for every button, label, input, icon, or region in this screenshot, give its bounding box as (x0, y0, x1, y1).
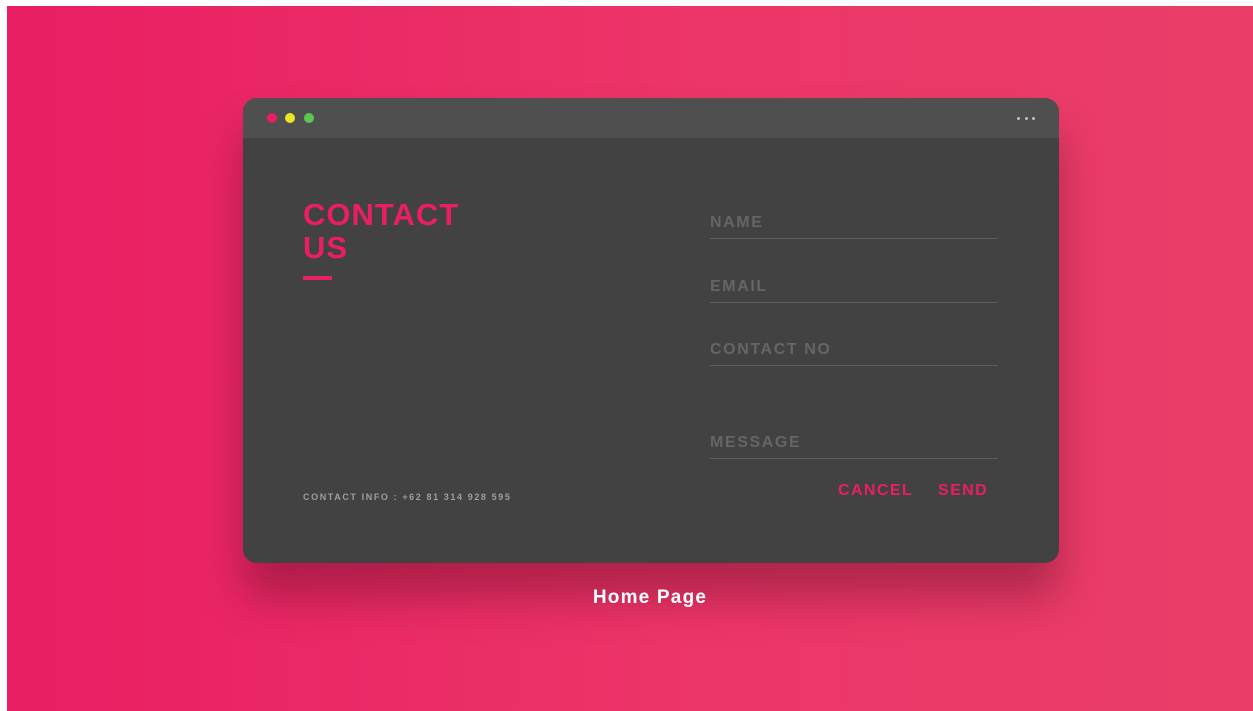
more-dot (1017, 116, 1020, 120)
cancel-button[interactable]: CANCEL (838, 482, 913, 500)
title-line-1: CONTACT (303, 197, 460, 232)
contact-no-field (710, 335, 998, 366)
page-caption: Home Page (592, 587, 708, 608)
send-button[interactable]: SEND (938, 482, 988, 500)
name-field (710, 208, 998, 239)
form-actions: CANCEL SEND (838, 482, 998, 504)
title-underline (303, 276, 332, 280)
title-bar (243, 98, 1059, 138)
contact-no-input[interactable] (710, 335, 998, 365)
more-dot (1032, 116, 1035, 120)
page-title: CONTACT US (303, 198, 543, 264)
title-line-2: US (303, 230, 349, 265)
message-input[interactable] (710, 428, 998, 458)
more-horizontal-icon[interactable] (1017, 111, 1035, 125)
name-input[interactable] (710, 208, 998, 238)
email-input[interactable] (710, 272, 998, 302)
minimize-dot-icon[interactable] (285, 113, 295, 123)
maximize-dot-icon[interactable] (304, 113, 314, 123)
contact-info-text: CONTACT INFO : +62 81 314 928 595 (303, 492, 512, 502)
more-dot (1024, 116, 1028, 120)
message-field (710, 428, 998, 459)
contact-window: CONTACT US CONTACT INFO : +62 81 314 928… (243, 98, 1059, 563)
close-dot-icon[interactable] (267, 113, 277, 123)
email-field (710, 272, 998, 303)
background: CONTACT US CONTACT INFO : +62 81 314 928… (7, 6, 1253, 711)
